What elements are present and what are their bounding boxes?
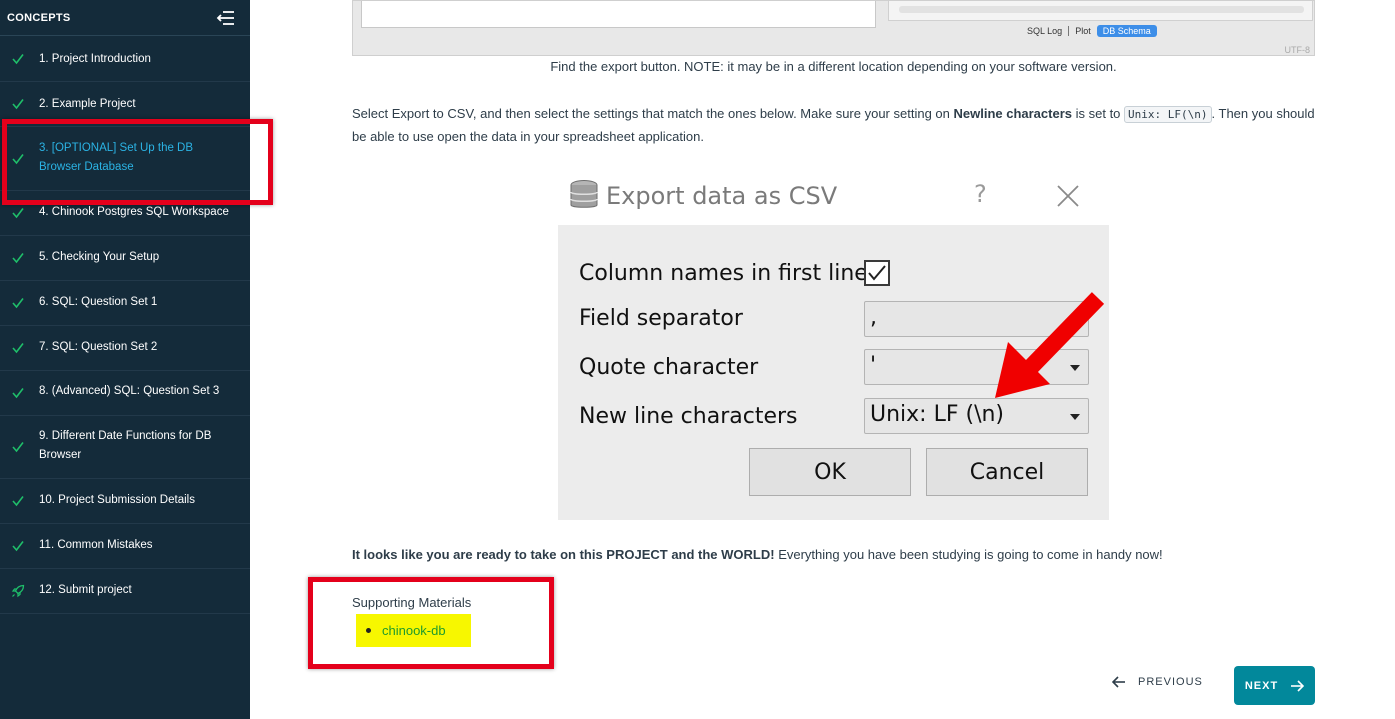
field-separator-select[interactable]: , — [864, 301, 1089, 337]
db-browser-screenshot: SQL Log Plot DB Schema UTF-8 — [352, 0, 1315, 56]
newline-label: New line characters — [579, 404, 798, 429]
sidebar: CONCEPTS 1. Project Introduction 2. Exam… — [0, 0, 250, 719]
check-icon — [11, 206, 25, 220]
check-icon — [11, 52, 25, 66]
dialog-close-icon[interactable] — [1056, 184, 1080, 208]
quote-character-label: Quote character — [579, 355, 759, 380]
database-icon — [568, 179, 600, 211]
chevron-down-icon — [1070, 414, 1080, 420]
bullet-icon — [366, 628, 371, 633]
screenshot-editor-pane — [361, 1, 876, 28]
cancel-button[interactable]: Cancel — [926, 448, 1088, 496]
column-names-checkbox[interactable] — [864, 260, 890, 286]
sidebar-item-example-project[interactable]: 2. Example Project — [0, 82, 250, 127]
quote-character-value: ' — [870, 353, 877, 378]
sidebar-item-sql-question-set-3[interactable]: 8. (Advanced) SQL: Question Set 3 — [0, 371, 250, 416]
dialog-title-bar: Export data as CSV ? — [558, 170, 1109, 225]
chevron-down-icon — [1070, 365, 1080, 371]
sidebar-item-sql-question-set-1[interactable]: 6. SQL: Question Set 1 — [0, 281, 250, 326]
sidebar-item-label: 4. Chinook Postgres SQL Workspace — [39, 206, 229, 218]
arrow-left-icon — [1112, 676, 1125, 688]
screenshot-scrollbar — [899, 6, 1304, 13]
newline-select[interactable]: Unix: LF (\n) — [864, 398, 1089, 434]
sidebar-item-label: 8. (Advanced) SQL: Question Set 3 — [39, 385, 220, 397]
sidebar-item-chinook-postgres[interactable]: 4. Chinook Postgres SQL Workspace — [0, 191, 250, 236]
check-icon — [11, 97, 25, 111]
previous-label: PREVIOUS — [1138, 676, 1203, 688]
rocket-icon — [11, 584, 25, 598]
sidebar-item-label: 3. [OPTIONAL] Set Up the DB Browser Data… — [39, 142, 194, 173]
export-csv-dialog: Export data as CSV ? Column names in fir… — [558, 170, 1109, 520]
sidebar-item-label: 12. Submit project — [39, 584, 132, 596]
sidebar-header: CONCEPTS — [0, 0, 250, 36]
sidebar-item-project-introduction[interactable]: 1. Project Introduction — [0, 37, 250, 82]
supporting-material-item: chinook-db — [356, 614, 471, 647]
para-text-2: is set to — [1072, 106, 1125, 121]
sidebar-item-checking-setup[interactable]: 5. Checking Your Setup — [0, 236, 250, 281]
newline-value: Unix: LF (\n) — [870, 402, 1005, 427]
next-label: NEXT — [1244, 679, 1279, 692]
sidebar-item-sql-question-set-2[interactable]: 7. SQL: Question Set 2 — [0, 326, 250, 371]
dialog-help-icon[interactable]: ? — [974, 180, 987, 208]
sidebar-item-submit-project[interactable]: 12. Submit project — [0, 569, 250, 614]
check-icon — [11, 251, 25, 265]
sidebar-title: CONCEPTS — [7, 11, 71, 24]
check-icon — [11, 539, 25, 553]
screenshot-tabs: SQL Log Plot DB Schema — [1021, 25, 1157, 37]
ok-button[interactable]: OK — [749, 448, 911, 496]
sidebar-item-label: 2. Example Project — [39, 98, 136, 110]
screenshot-encoding: UTF-8 — [1284, 45, 1311, 55]
para-bold: Newline characters — [953, 106, 1072, 121]
main-content: SQL Log Plot DB Schema UTF-8 Find the ex… — [250, 0, 1395, 719]
field-separator-value: , — [870, 305, 877, 330]
ready-text: Everything you have been studying is goi… — [774, 547, 1163, 562]
instructions-paragraph: Select Export to CSV, and then select th… — [352, 103, 1315, 148]
sidebar-item-submission-details[interactable]: 10. Project Submission Details — [0, 479, 250, 524]
sidebar-item-label: 5. Checking Your Setup — [39, 251, 160, 263]
screenshot-tab-sql-log: SQL Log — [1027, 26, 1063, 36]
para-text-1: Select Export to CSV, and then select th… — [352, 106, 954, 121]
check-icon — [11, 341, 25, 355]
sidebar-item-setup-db-browser[interactable]: 3. [OPTIONAL] Set Up the DB Browser Data… — [0, 127, 250, 191]
sidebar-item-label: 10. Project Submission Details — [39, 494, 195, 506]
check-icon — [11, 440, 25, 454]
check-icon — [11, 296, 25, 310]
sidebar-item-date-functions[interactable]: 9. Different Date Functions for DB Brows… — [0, 416, 250, 479]
sidebar-item-label: 11. Common Mistakes — [39, 539, 153, 551]
image-caption: Find the export button. NOTE: it may be … — [550, 59, 1117, 74]
supporting-materials-title: Supporting Materials — [352, 595, 472, 610]
sidebar-item-label: 1. Project Introduction — [39, 53, 151, 65]
arrow-right-icon — [1291, 679, 1305, 692]
previous-button[interactable]: PREVIOUS — [1112, 676, 1203, 688]
sidebar-item-label: 9. Different Date Functions for DB Brows… — [39, 430, 212, 461]
next-button[interactable]: NEXT — [1234, 666, 1315, 705]
quote-character-select[interactable]: ' — [864, 349, 1089, 385]
sidebar-item-label: 6. SQL: Question Set 1 — [39, 296, 158, 308]
ready-paragraph: It looks like you are ready to take on t… — [352, 547, 1163, 562]
newline-code: Unix: LF(\n) — [1124, 106, 1212, 123]
field-separator-label: Field separator — [579, 306, 743, 331]
check-icon — [11, 152, 25, 166]
screenshot-right-pane — [888, 1, 1313, 21]
column-names-label: Column names in first line — [579, 261, 868, 286]
collapse-sidebar-icon[interactable] — [214, 9, 236, 27]
check-icon — [11, 494, 25, 508]
sidebar-item-common-mistakes[interactable]: 11. Common Mistakes — [0, 524, 250, 569]
ready-bold: It looks like you are ready to take on t… — [352, 547, 775, 562]
screenshot-tab-plot: Plot — [1075, 26, 1091, 36]
check-icon — [11, 386, 25, 400]
chinook-db-link[interactable]: chinook-db — [382, 623, 446, 638]
sidebar-item-label: 7. SQL: Question Set 2 — [39, 341, 158, 353]
dialog-title: Export data as CSV — [606, 182, 838, 210]
screenshot-tab-db-schema: DB Schema — [1096, 25, 1157, 37]
chevron-down-icon — [1070, 317, 1080, 323]
